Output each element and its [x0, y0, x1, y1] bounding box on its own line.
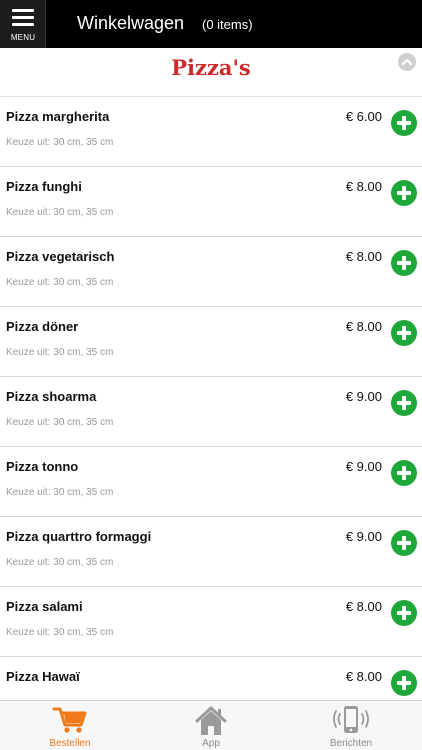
product-name: Pizza tonno	[6, 459, 79, 474]
add-to-cart-icon[interactable]	[391, 460, 417, 486]
product-row[interactable]: Pizza shoarma Keuze uit: 30 cm, 35 cm € …	[0, 377, 422, 447]
product-row[interactable]: Pizza quarttro formaggi Keuze uit: 30 cm…	[0, 517, 422, 587]
product-row[interactable]: Pizza tonno Keuze uit: 30 cm, 35 cm € 9.…	[0, 447, 422, 517]
product-name: Pizza funghi	[6, 179, 82, 194]
product-price: € 9.00	[345, 459, 382, 474]
phone-icon	[333, 706, 369, 733]
top-bar: MENU Winkelwagen (0 items)	[0, 0, 422, 48]
product-name: Pizza Hawaï	[6, 669, 80, 684]
product-row[interactable]: Pizza funghi Keuze uit: 30 cm, 35 cm € 8…	[0, 167, 422, 237]
cart-icon	[52, 707, 87, 733]
add-to-cart-icon[interactable]	[391, 110, 417, 136]
tab-berichten[interactable]: Berichten	[281, 701, 421, 750]
product-row[interactable]: Pizza döner Keuze uit: 30 cm, 35 cm € 8.…	[0, 307, 422, 377]
product-price: € 6.00	[345, 109, 382, 124]
product-price: € 9.00	[345, 389, 382, 404]
product-list: Pizza margherita Keuze uit: 30 cm, 35 cm…	[0, 97, 422, 727]
tab-label: Berichten	[329, 738, 373, 749]
menu-label: MENU	[10, 33, 36, 42]
product-options: Keuze uit: 30 cm, 35 cm	[6, 207, 114, 218]
add-to-cart-icon[interactable]	[391, 670, 417, 696]
product-name: Pizza döner	[6, 319, 79, 334]
product-name: Pizza salami	[6, 599, 83, 614]
tab-app[interactable]: App	[141, 701, 281, 750]
cart-count: (0 items)	[202, 17, 253, 32]
product-price: € 8.00	[345, 669, 382, 684]
bottom-tab-bar: Bestellen App Berichten	[0, 700, 422, 750]
add-to-cart-icon[interactable]	[391, 250, 417, 276]
product-price: € 8.00	[345, 319, 382, 334]
home-icon	[195, 706, 227, 735]
chevron-up-icon	[401, 58, 413, 66]
product-price: € 8.00	[345, 249, 382, 264]
product-options: Keuze uit: 30 cm, 35 cm	[6, 417, 114, 428]
product-options: Keuze uit: 30 cm, 35 cm	[6, 347, 114, 358]
menu-button[interactable]: MENU	[0, 0, 46, 48]
product-options: Keuze uit: 30 cm, 35 cm	[6, 487, 114, 498]
tab-label: App	[202, 738, 220, 749]
product-options: Keuze uit: 30 cm, 35 cm	[6, 137, 114, 148]
product-row[interactable]: Pizza vegetarisch Keuze uit: 30 cm, 35 c…	[0, 237, 422, 307]
hamburger-icon	[12, 9, 34, 30]
product-row[interactable]: Pizza salami Keuze uit: 30 cm, 35 cm € 8…	[0, 587, 422, 657]
product-name: Pizza shoarma	[6, 389, 97, 404]
product-price: € 8.00	[345, 179, 382, 194]
tab-label: Bestellen	[49, 738, 91, 749]
add-to-cart-icon[interactable]	[391, 390, 417, 416]
category-header[interactable]: Pizza's	[0, 48, 422, 97]
collapse-button[interactable]	[398, 53, 416, 71]
product-options: Keuze uit: 30 cm, 35 cm	[6, 277, 114, 288]
add-to-cart-icon[interactable]	[391, 600, 417, 626]
add-to-cart-icon[interactable]	[391, 180, 417, 206]
add-to-cart-icon[interactable]	[391, 530, 417, 556]
product-row[interactable]: Pizza margherita Keuze uit: 30 cm, 35 cm…	[0, 97, 422, 167]
product-options: Keuze uit: 30 cm, 35 cm	[6, 557, 114, 568]
product-price: € 9.00	[345, 529, 382, 544]
product-options: Keuze uit: 30 cm, 35 cm	[6, 627, 114, 638]
product-name: Pizza vegetarisch	[6, 249, 115, 264]
page-title: Winkelwagen	[77, 13, 185, 33]
add-to-cart-icon[interactable]	[391, 320, 417, 346]
tab-bestellen[interactable]: Bestellen	[0, 701, 140, 750]
product-name: Pizza quarttro formaggi	[6, 529, 152, 544]
category-title: Pizza's	[171, 55, 251, 80]
product-price: € 8.00	[345, 599, 382, 614]
product-name: Pizza margherita	[6, 109, 110, 124]
